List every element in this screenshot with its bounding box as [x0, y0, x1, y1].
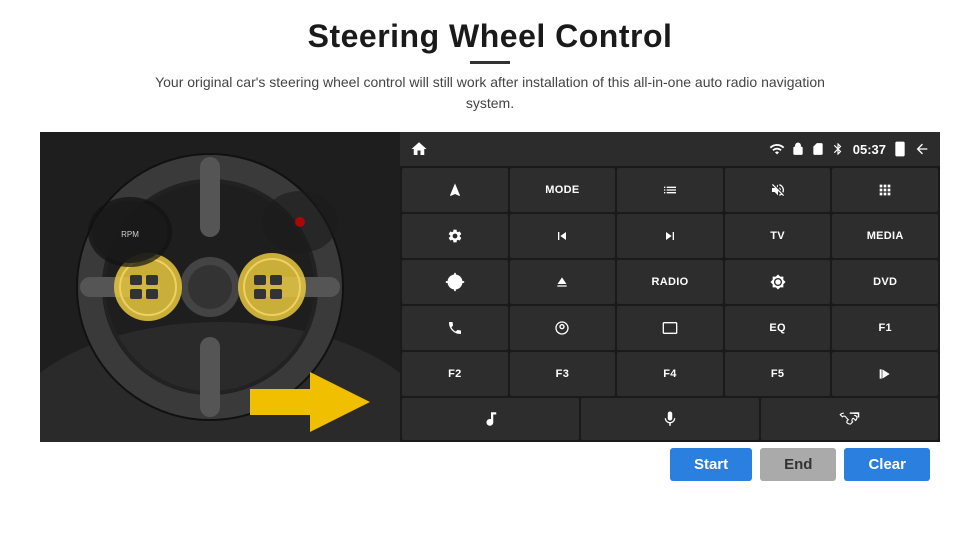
screenshot-icon [892, 141, 908, 157]
page-wrapper: Steering Wheel Control Your original car… [0, 0, 980, 544]
btn-eq[interactable]: EQ [725, 306, 831, 350]
btn-media[interactable]: MEDIA [832, 214, 938, 258]
svg-text:RPM: RPM [121, 230, 139, 239]
btn-gps[interactable] [510, 306, 616, 350]
back-icon [914, 141, 930, 157]
btn-cam360[interactable] [402, 260, 508, 304]
status-right: 05:37 [769, 141, 930, 157]
btn-next[interactable] [617, 214, 723, 258]
status-time: 05:37 [853, 142, 886, 157]
lock-icon [791, 142, 805, 156]
btn-nav[interactable] [402, 168, 508, 212]
btn-screen[interactable] [617, 306, 723, 350]
btn-f2[interactable]: F2 [402, 352, 508, 396]
title-divider [470, 61, 510, 64]
btn-mode[interactable]: MODE [510, 168, 616, 212]
wifi-icon [769, 141, 785, 157]
btn-playpause[interactable] [832, 352, 938, 396]
status-bar: 05:37 [400, 132, 940, 166]
btn-f4[interactable]: F4 [617, 352, 723, 396]
btn-phone2[interactable] [761, 398, 938, 440]
btn-mute[interactable] [725, 168, 831, 212]
btn-radio[interactable]: RADIO [617, 260, 723, 304]
btn-eject[interactable] [510, 260, 616, 304]
subtitle: Your original car's steering wheel contr… [140, 72, 840, 114]
btn-dvd[interactable]: DVD [832, 260, 938, 304]
clear-button[interactable]: Clear [844, 448, 930, 481]
btn-mic[interactable] [581, 398, 758, 440]
home-icon [410, 140, 428, 158]
end-button[interactable]: End [760, 448, 836, 481]
steering-wheel-image: RPM [40, 132, 400, 442]
start-button[interactable]: Start [670, 448, 752, 481]
page-title: Steering Wheel Control [140, 18, 840, 55]
btn-music[interactable] [402, 398, 579, 440]
content-area: RPM [40, 132, 940, 442]
btn-tv[interactable]: TV [725, 214, 831, 258]
btn-f1[interactable]: F1 [832, 306, 938, 350]
status-left [410, 140, 428, 158]
btn-f3[interactable]: F3 [510, 352, 616, 396]
btn-list[interactable] [617, 168, 723, 212]
btn-brightness[interactable] [725, 260, 831, 304]
btn-f5[interactable]: F5 [725, 352, 831, 396]
btn-phone[interactable] [402, 306, 508, 350]
last-row [400, 398, 940, 442]
bluetooth-icon [831, 142, 845, 156]
sd-card-icon [811, 142, 825, 156]
button-grid: MODE [400, 166, 940, 398]
btn-apps[interactable] [832, 168, 938, 212]
title-section: Steering Wheel Control Your original car… [140, 18, 840, 126]
btn-settings[interactable] [402, 214, 508, 258]
btn-prev[interactable] [510, 214, 616, 258]
bottom-controls: Start End Clear [40, 442, 940, 487]
head-unit: 05:37 MODE [400, 132, 940, 442]
